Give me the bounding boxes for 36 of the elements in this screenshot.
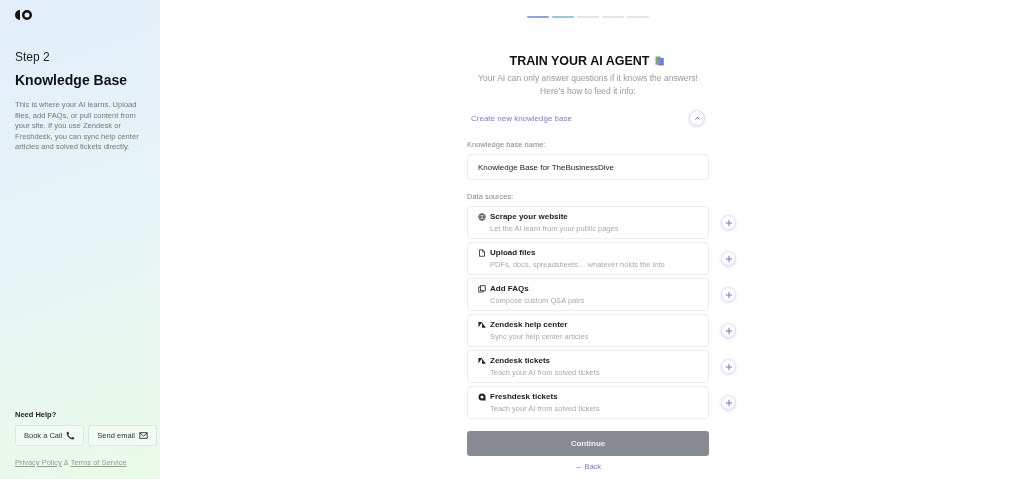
add-button[interactable] [721, 395, 736, 410]
add-button[interactable] [721, 287, 736, 302]
zendesk-icon [478, 356, 486, 365]
zendesk-icon [478, 320, 486, 329]
books-icon [654, 55, 667, 67]
phone-icon [66, 431, 76, 440]
section-label: Create new knowledge base [471, 113, 572, 123]
step-label: Step 2 [15, 50, 51, 64]
mail-icon [138, 431, 148, 440]
freshdesk-icon [478, 392, 486, 401]
add-button[interactable] [721, 251, 736, 266]
plus-icon [724, 326, 733, 335]
source-title: Freshdesk tickets [490, 392, 558, 401]
cards-icon [478, 284, 486, 293]
plus-icon [724, 254, 733, 263]
collapse-button[interactable] [689, 110, 705, 126]
logo-icon [15, 10, 33, 20]
name-input-field[interactable]: Knowledge Base for TheBusinessDive [467, 154, 709, 180]
source-title: Upload files [490, 248, 536, 257]
plus-icon [724, 362, 733, 371]
page-subtitle: Your AI can only answer questions if it knows the answers! Here’s how to feed it info: [477, 72, 699, 98]
plus-icon [724, 290, 733, 299]
add-button[interactable] [721, 215, 736, 230]
source-title: Zendesk help center [490, 320, 568, 329]
source-title: Add FAQs [490, 284, 529, 293]
source-title: Zendesk tickets [490, 356, 551, 365]
globe-icon [478, 212, 486, 221]
source-title: Scrape your website [490, 212, 568, 221]
plus-icon [724, 398, 733, 407]
plus-icon [724, 218, 733, 227]
chevron-up-icon [693, 114, 701, 122]
add-button[interactable] [721, 323, 736, 338]
add-button[interactable] [721, 359, 736, 374]
file-icon [478, 248, 486, 257]
page-title: TRAIN YOUR AI AGENT [509, 54, 650, 68]
step-title: Knowledge Base [15, 72, 129, 88]
